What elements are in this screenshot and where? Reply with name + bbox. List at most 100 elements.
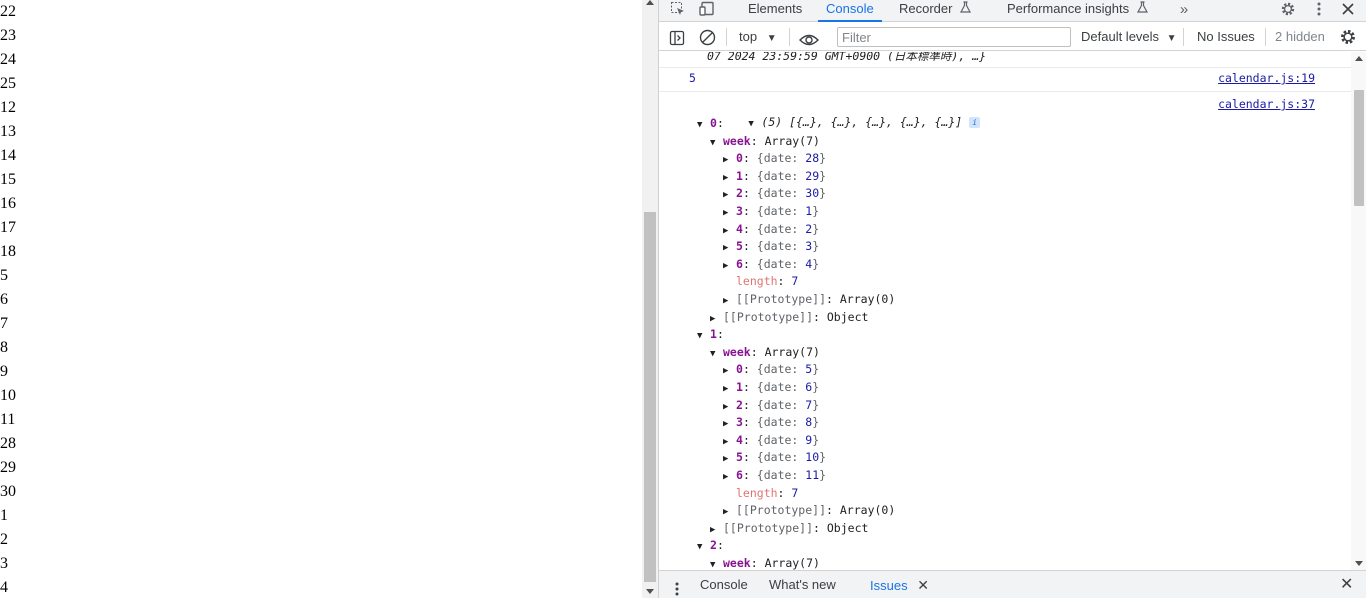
close-devtools-icon[interactable] — [1337, 0, 1359, 18]
tree-row[interactable]: ▶ 6: {date: 11} — [723, 467, 826, 485]
tree-row[interactable]: ▶ 3: {date: 8} — [723, 414, 819, 432]
colon: : — [716, 327, 731, 342]
tree-row[interactable]: ▶ 5: {date: 3} — [723, 238, 819, 256]
console-output: 07 2024 23:59:59 GMT+0900 (日本標準時), …} 5 … — [659, 52, 1351, 570]
array-summary[interactable]: ▼ (5) [{…}, {…}, {…}, {…}, {…}] i — [693, 96, 981, 129]
tree-row[interactable]: ▶ [[Prototype]]: Object — [710, 309, 868, 327]
close-tab-icon[interactable]: ✕ — [917, 577, 929, 593]
tree-row[interactable]: ▶ 0: {date: 5} — [723, 361, 819, 379]
collapse-arrow-icon[interactable]: ▼ — [710, 557, 723, 570]
page-line: 14 — [0, 147, 16, 164]
context-selector[interactable]: top ▼ — [739, 23, 777, 51]
tab-console[interactable]: Console — [818, 0, 882, 22]
property-key: 0 — [736, 362, 743, 377]
toolbar-divider — [726, 28, 727, 46]
date-value: 30 — [805, 186, 820, 201]
tree-row[interactable]: ▶ [[Prototype]]: Array(0) — [723, 502, 895, 520]
property-key: 3 — [736, 204, 743, 218]
collapse-arrow-icon[interactable]: ▼ — [697, 328, 710, 346]
console-scrollbar-thumb[interactable] — [1354, 90, 1364, 206]
page-line: 7 — [0, 315, 8, 332]
info-icon[interactable]: i — [969, 116, 981, 128]
devtools-panel: Elements Console Recorder Performance in… — [658, 0, 1366, 598]
toolbar-divider — [1265, 28, 1266, 46]
scroll-down-arrow-icon[interactable] — [1355, 561, 1363, 566]
live-expression-eye-icon[interactable] — [799, 29, 819, 46]
tree-row[interactable]: ▼ 0: — [697, 115, 731, 133]
tree-row[interactable]: ▶ 0: {date: 28} — [723, 150, 826, 168]
more-tabs-chevron-icon[interactable]: » — [1173, 0, 1195, 18]
tab-performance-insights[interactable]: Performance insights — [1007, 0, 1148, 22]
page-line: 23 — [0, 27, 16, 44]
tree-row[interactable]: ▶ 2: {date: 7} — [723, 397, 819, 415]
page-line: 22 — [0, 3, 16, 20]
page-line: 10 — [0, 387, 16, 404]
clear-console-icon[interactable] — [699, 28, 716, 46]
device-toolbar-icon[interactable] — [697, 0, 719, 18]
drawer-tab-whats-new[interactable]: What's new — [769, 571, 836, 598]
drawer-tab-issues[interactable]: Issues ✕ — [870, 571, 929, 598]
object-preview-prefix: {date: — [756, 362, 806, 377]
value-text: Array(0) — [839, 292, 896, 306]
tab-elements[interactable]: Elements — [748, 0, 802, 22]
tab-performance-insights-label: Performance insights — [1007, 1, 1130, 16]
console-toolbar: top ▼ Default levels ▼ No Issues 2 hidde… — [659, 23, 1366, 51]
scroll-down-arrow-icon[interactable] — [646, 589, 654, 594]
tree-row[interactable]: ▼ week: Array(7) — [710, 344, 820, 362]
console-settings-gear-icon[interactable] — [1339, 28, 1357, 46]
inspect-element-icon[interactable] — [667, 0, 689, 18]
issues-counter[interactable]: No Issues — [1197, 23, 1255, 51]
log-levels-dropdown[interactable]: Default levels ▼ — [1081, 23, 1177, 51]
kebab-menu-icon[interactable] — [1308, 0, 1330, 18]
tree-row[interactable]: ▶ 2: {date: 30} — [723, 185, 826, 203]
tree-row[interactable]: ▶ 1: {date: 29} — [723, 168, 826, 186]
console-message: ▼ (5) [{…}, {…}, {…}, {…}, {…}] i calenda… — [659, 92, 1351, 570]
tree-row[interactable]: ▼ 2: — [697, 537, 731, 555]
colon: : — [742, 168, 757, 183]
tree-row[interactable]: ▼ 1: — [697, 326, 731, 344]
filter-input[interactable] — [837, 27, 1071, 47]
drawer-tab-console[interactable]: Console — [700, 571, 748, 598]
object-preview-suffix: } — [812, 204, 820, 218]
collapse-arrow-icon[interactable]: ▼ — [710, 346, 723, 364]
tree-row[interactable]: ▼ week: Array(7) — [710, 133, 820, 151]
tree-row[interactable]: ▶ 4: {date: 2} — [723, 221, 819, 239]
page-line: 4 — [0, 579, 8, 596]
scroll-up-arrow-icon[interactable] — [1355, 56, 1363, 61]
object-preview-prefix: {date: — [756, 450, 806, 465]
tree-row[interactable]: ▶ 5: {date: 10} — [723, 449, 826, 467]
tree-row[interactable]: ▶ [[Prototype]]: Object — [710, 520, 868, 538]
page-scrollbar-thumb[interactable] — [644, 212, 656, 582]
collapse-arrow-icon[interactable]: ▼ — [710, 135, 723, 153]
array-summary-text: (5) [{…}, {…}, {…}, {…}, {…}] — [761, 114, 963, 129]
tree-row[interactable]: ▶ 6: {date: 4} — [723, 256, 819, 274]
tree-row[interactable]: ▶ 3: {date: 1} — [723, 203, 819, 221]
page-number-list: 22 23 24 25 12 13 14 15 16 17 18 5 6 7 8 9 10 11 28 29 30 1 2 3… — [0, 0, 16, 598]
colon: : — [742, 239, 757, 254]
date-value: 10 — [805, 450, 820, 465]
drawer-menu-icon[interactable] — [675, 578, 679, 596]
tree-row[interactable]: ▶ 1: {date: 6} — [723, 379, 819, 397]
source-link[interactable]: calendar.js:37 — [1218, 96, 1315, 114]
collapse-arrow-icon[interactable]: ▼ — [697, 539, 710, 557]
close-drawer-icon[interactable]: ✕ — [1340, 571, 1353, 598]
prototype-key: [[Prototype]] — [723, 309, 814, 324]
source-link[interactable]: calendar.js:19 — [1218, 70, 1315, 88]
property-key: 1 — [736, 168, 743, 183]
object-preview-suffix: } — [812, 239, 820, 254]
property-key: 4 — [736, 432, 743, 447]
sidebar-toggle-icon[interactable] — [669, 28, 685, 46]
collapse-arrow-icon[interactable]: ▼ — [697, 117, 710, 135]
property-key: week — [723, 133, 751, 148]
tab-recorder[interactable]: Recorder — [899, 0, 972, 22]
expand-arrow-icon[interactable]: ▼ — [748, 116, 761, 134]
tree-row[interactable]: ▶ 4: {date: 9} — [723, 432, 819, 450]
scroll-up-arrow-icon[interactable] — [646, 0, 654, 5]
settings-gear-icon[interactable] — [1277, 0, 1299, 18]
console-message: 5 calendar.js:19 — [659, 68, 1351, 92]
object-preview-prefix: {date: — [756, 239, 806, 254]
console-scrollbar[interactable] — [1351, 52, 1366, 570]
tree-row[interactable]: ▼ week: Array(7) — [710, 555, 820, 570]
tree-row[interactable]: ▶ [[Prototype]]: Array(0) — [723, 291, 895, 309]
page-scrollbar[interactable] — [642, 0, 658, 598]
